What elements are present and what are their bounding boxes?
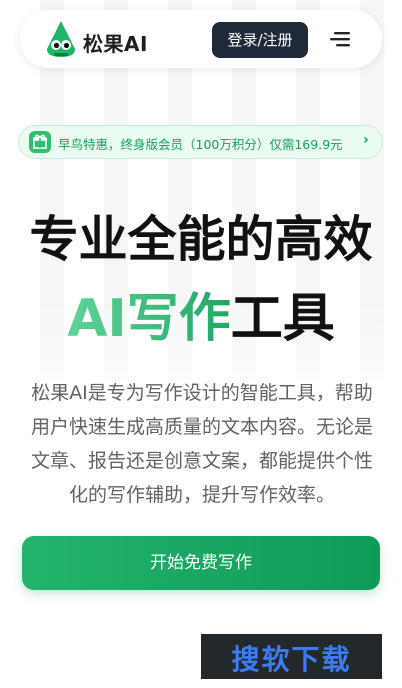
hero-title-highlight: AI写作	[67, 289, 231, 349]
promo-banner[interactable]: 早鸟特惠，终身版会员（100万积分）仅需169.9元 ›	[18, 125, 383, 159]
chevron-right-icon: ›	[363, 132, 369, 148]
hero-title-line2: AI写作工具	[0, 276, 402, 351]
top-navigation-bar: 松果AI 登录/注册	[20, 10, 382, 68]
hero-title-line1: 专业全能的高效	[29, 211, 373, 268]
hero-description: 松果AI是专为写作设计的智能工具，帮助用户快速生成高质量的文本内容。无论是文章、…	[30, 382, 373, 506]
watermark-badge: 搜软下载	[201, 634, 382, 679]
promo-text: 早鸟特惠，终身版会员（100万积分）仅需169.9元	[58, 137, 343, 152]
gift-icon	[29, 131, 51, 153]
hamburger-menu-icon[interactable]	[330, 31, 352, 47]
login-register-button[interactable]: 登录/注册	[212, 22, 308, 58]
watermark-text: 搜软下载	[231, 643, 352, 676]
hero-title-rest: 工具	[230, 289, 335, 349]
brand-name[interactable]: 松果AI	[83, 28, 148, 57]
start-free-writing-button[interactable]: 开始免费写作	[22, 536, 380, 590]
pinecone-mascot-icon[interactable]	[44, 19, 78, 59]
